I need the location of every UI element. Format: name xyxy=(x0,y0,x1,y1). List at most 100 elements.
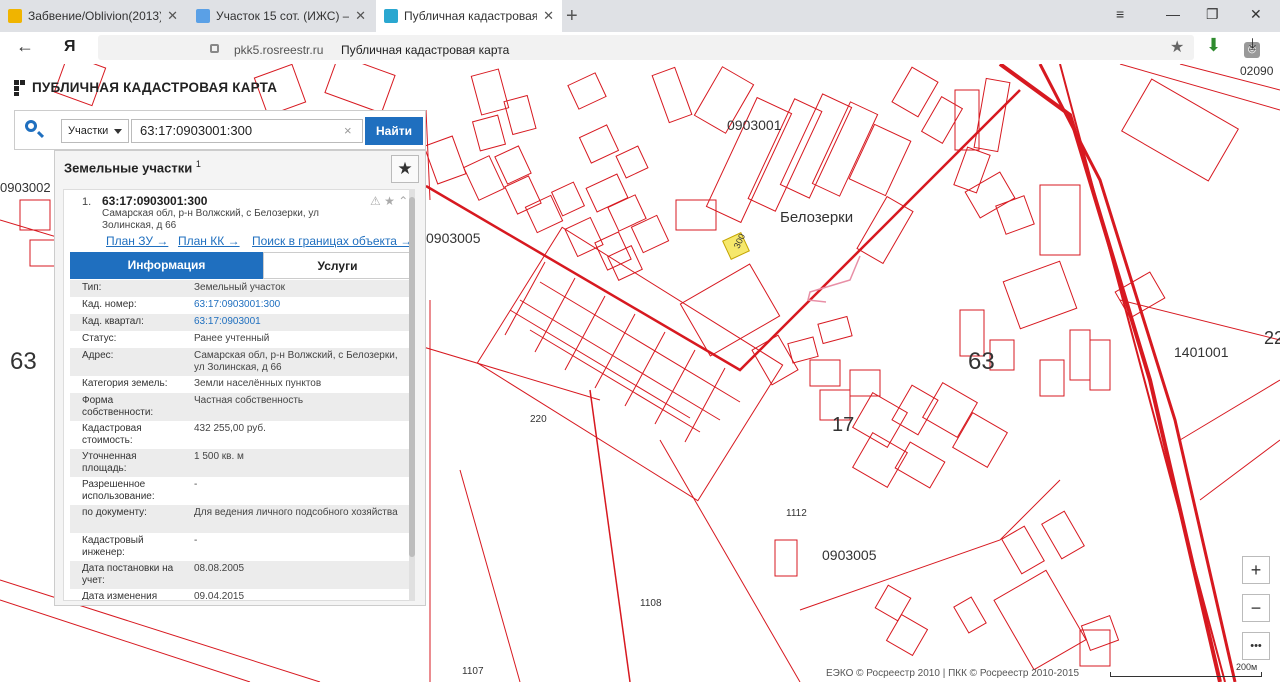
map-label-village: Белозерки xyxy=(780,209,854,226)
url-domain: pkk5.rosreestr.ru xyxy=(234,43,324,57)
attribute-value: Частная собственность xyxy=(194,395,304,406)
attribute-key: Категория земель: xyxy=(82,378,168,389)
favorite-star-button[interactable]: ★ xyxy=(391,155,419,183)
map-label-parcel: 1112 xyxy=(786,508,807,519)
attribute-row: Разрешенное использование: - xyxy=(70,477,412,505)
collapse-icon[interactable]: ⌃ xyxy=(398,194,408,208)
results-count: 1 xyxy=(195,159,201,169)
close-tab-icon[interactable]: ✕ xyxy=(543,8,554,24)
minimize-button[interactable]: — xyxy=(1166,6,1180,22)
result-number: 1. xyxy=(82,196,92,208)
lock-icon xyxy=(210,44,219,53)
app-logo[interactable]: ПУБЛИЧНАЯ КАДАСТРОВАЯ КАРТА xyxy=(14,80,278,97)
attribute-key: Уточненная площадь: xyxy=(82,451,137,474)
search-icon[interactable] xyxy=(25,120,37,132)
link-plan-zu[interactable]: План ЗУ → xyxy=(106,234,168,248)
browser-tab-plot[interactable]: Участок 15 сот. (ИЖС) — Р ✕ xyxy=(188,0,374,32)
attribute-key: Разрешенное использование: xyxy=(82,479,155,502)
map-label-parcel: 220 xyxy=(530,414,547,425)
attribute-key: Кадастровый инженер: xyxy=(82,535,144,558)
attribute-value: Земли населённых пунктов xyxy=(194,378,322,389)
browser-tab-oblivion[interactable]: Забвение/Oblivion(2013) — ✕ xyxy=(0,0,186,32)
results-scrollbar[interactable] xyxy=(409,189,415,601)
attribute-value: - xyxy=(194,535,198,546)
search-input[interactable]: 63:17:0903001:300 xyxy=(131,119,363,143)
scale-label: 200м xyxy=(1236,662,1258,672)
attribute-key: Тип: xyxy=(82,282,102,293)
attribute-value: 08.08.2005 xyxy=(194,563,245,574)
result-cadastral-id[interactable]: 63:17:0903001:300 xyxy=(102,194,207,208)
browser-tab-bar: Забвение/Oblivion(2013) — ✕ Участок 15 с… xyxy=(0,0,1280,32)
extension-download-icon[interactable]: ⬇ xyxy=(1206,35,1221,56)
link-plan-kk[interactable]: План КК → xyxy=(178,234,240,248)
downloads-icon[interactable]: ⤓ xyxy=(1249,36,1256,54)
attribute-key: Форма собственности: xyxy=(82,395,154,418)
address-bar: ← Я pkk5.rosreestr.ru Публичная кадастро… xyxy=(0,32,1280,65)
map-label-parcel: 1107 xyxy=(462,666,484,677)
info-tabs: Информация Услуги xyxy=(70,252,412,279)
yandex-logo[interactable]: Я xyxy=(64,38,76,56)
tab-title: Забвение/Oblivion(2013) — xyxy=(28,9,162,23)
star-icon[interactable]: ★ xyxy=(384,194,395,208)
map-label-region: 22 xyxy=(1264,328,1280,348)
attribute-value: 1 500 кв. м xyxy=(194,451,244,462)
attribute-value: - xyxy=(194,479,198,490)
tab-services[interactable]: Услуги xyxy=(263,252,412,279)
play-icon xyxy=(8,9,22,23)
object-type-value: Участки xyxy=(68,125,109,137)
results-panel: Земельные участки 1 ★ 1. 63:17:0903001:3… xyxy=(54,150,426,606)
tab-title: Публичная кадастровая xyxy=(404,9,538,23)
scroll-thumb[interactable] xyxy=(409,197,415,557)
zoom-in-button[interactable]: + xyxy=(1242,556,1270,584)
menu-icon[interactable]: ≡ xyxy=(1116,6,1124,22)
attribute-row: Кадастровая стоимость: 432 255,00 руб. xyxy=(70,421,412,449)
new-tab-button[interactable]: + xyxy=(566,5,578,28)
attribute-key: по документу: xyxy=(82,507,147,518)
tab-title: Участок 15 сот. (ИЖС) — Р xyxy=(216,9,349,23)
browser-tab-pkk[interactable]: Публичная кадастровая ✕ xyxy=(376,0,562,32)
result-card: 1. 63:17:0903001:300 Самарская обл, р-н … xyxy=(63,189,415,601)
site-icon xyxy=(196,9,210,23)
map-label-region: 63 xyxy=(968,348,995,375)
attribute-key: Дата изменения xyxy=(82,591,158,601)
attribute-value: Для ведения личного подсобного хозяйства xyxy=(194,507,398,518)
map-label-quarter: 0903005 xyxy=(426,230,481,246)
attribute-key: Адрес: xyxy=(82,350,114,361)
close-tab-icon[interactable]: ✕ xyxy=(167,8,178,24)
maximize-button[interactable]: ❐ xyxy=(1206,6,1219,23)
attribute-value: Самарская обл, р-н Волжский, с Белозерки… xyxy=(194,350,398,373)
bookmark-star-icon[interactable]: ★ xyxy=(1170,37,1184,57)
object-type-select[interactable]: Участки xyxy=(61,119,129,143)
attribute-value: Ранее учтенный xyxy=(194,333,270,344)
attribute-row: Дата постановки на учет: 08.08.2005 xyxy=(70,561,412,589)
results-title-text: Земельные участки xyxy=(64,160,193,176)
attribute-value[interactable]: 63:17:0903001 xyxy=(194,316,404,328)
attribute-value[interactable]: 63:17:0903001:300 xyxy=(194,299,404,311)
attribute-row: Статус: Ранее учтенный xyxy=(70,331,412,348)
attribute-key: Кадастровая стоимость: xyxy=(82,423,142,446)
back-button[interactable]: ← xyxy=(16,36,34,57)
attribute-row: Адрес: Самарская обл, р-н Волжский, с Бел… xyxy=(70,348,412,376)
card-actions: ⚠ ★ ⌃ xyxy=(370,194,408,208)
find-button[interactable]: Найти xyxy=(365,117,423,145)
clear-search-button[interactable]: × xyxy=(344,123,352,138)
warning-icon[interactable]: ⚠ xyxy=(370,194,381,208)
tab-information[interactable]: Информация xyxy=(70,252,263,279)
search-panel: Участки 63:17:0903001:300 × Найти Земель… xyxy=(14,110,426,606)
rosreestr-logo-icon xyxy=(14,80,25,97)
attribute-key: Дата постановки на учет: xyxy=(82,563,174,586)
attribute-row: Кадастровый инженер: - xyxy=(70,533,412,561)
url-field[interactable]: pkk5.rosreestr.ru Публичная кадастровая … xyxy=(98,35,1260,60)
zoom-out-button[interactable]: − xyxy=(1242,594,1270,622)
close-tab-icon[interactable]: ✕ xyxy=(355,8,366,24)
attribute-row: Форма собственности: Частная собственност… xyxy=(70,393,412,421)
attribute-row: Тип: Земельный участок xyxy=(70,280,412,297)
attribute-value: Земельный участок xyxy=(194,282,286,293)
close-window-button[interactable]: ✕ xyxy=(1250,6,1262,23)
link-search-in-bounds[interactable]: Поиск в границах объекта → xyxy=(252,234,412,248)
map-label-quarter: 0903005 xyxy=(822,547,877,563)
attribute-table: Тип: Земельный участок Кад. номер: 63:17:09… xyxy=(70,280,412,601)
app-logo-text: ПУБЛИЧНАЯ КАДАСТРОВАЯ КАРТА xyxy=(32,80,278,95)
attribute-value: 432 255,00 руб. xyxy=(194,423,266,434)
more-tools-button[interactable]: ••• xyxy=(1242,632,1270,660)
